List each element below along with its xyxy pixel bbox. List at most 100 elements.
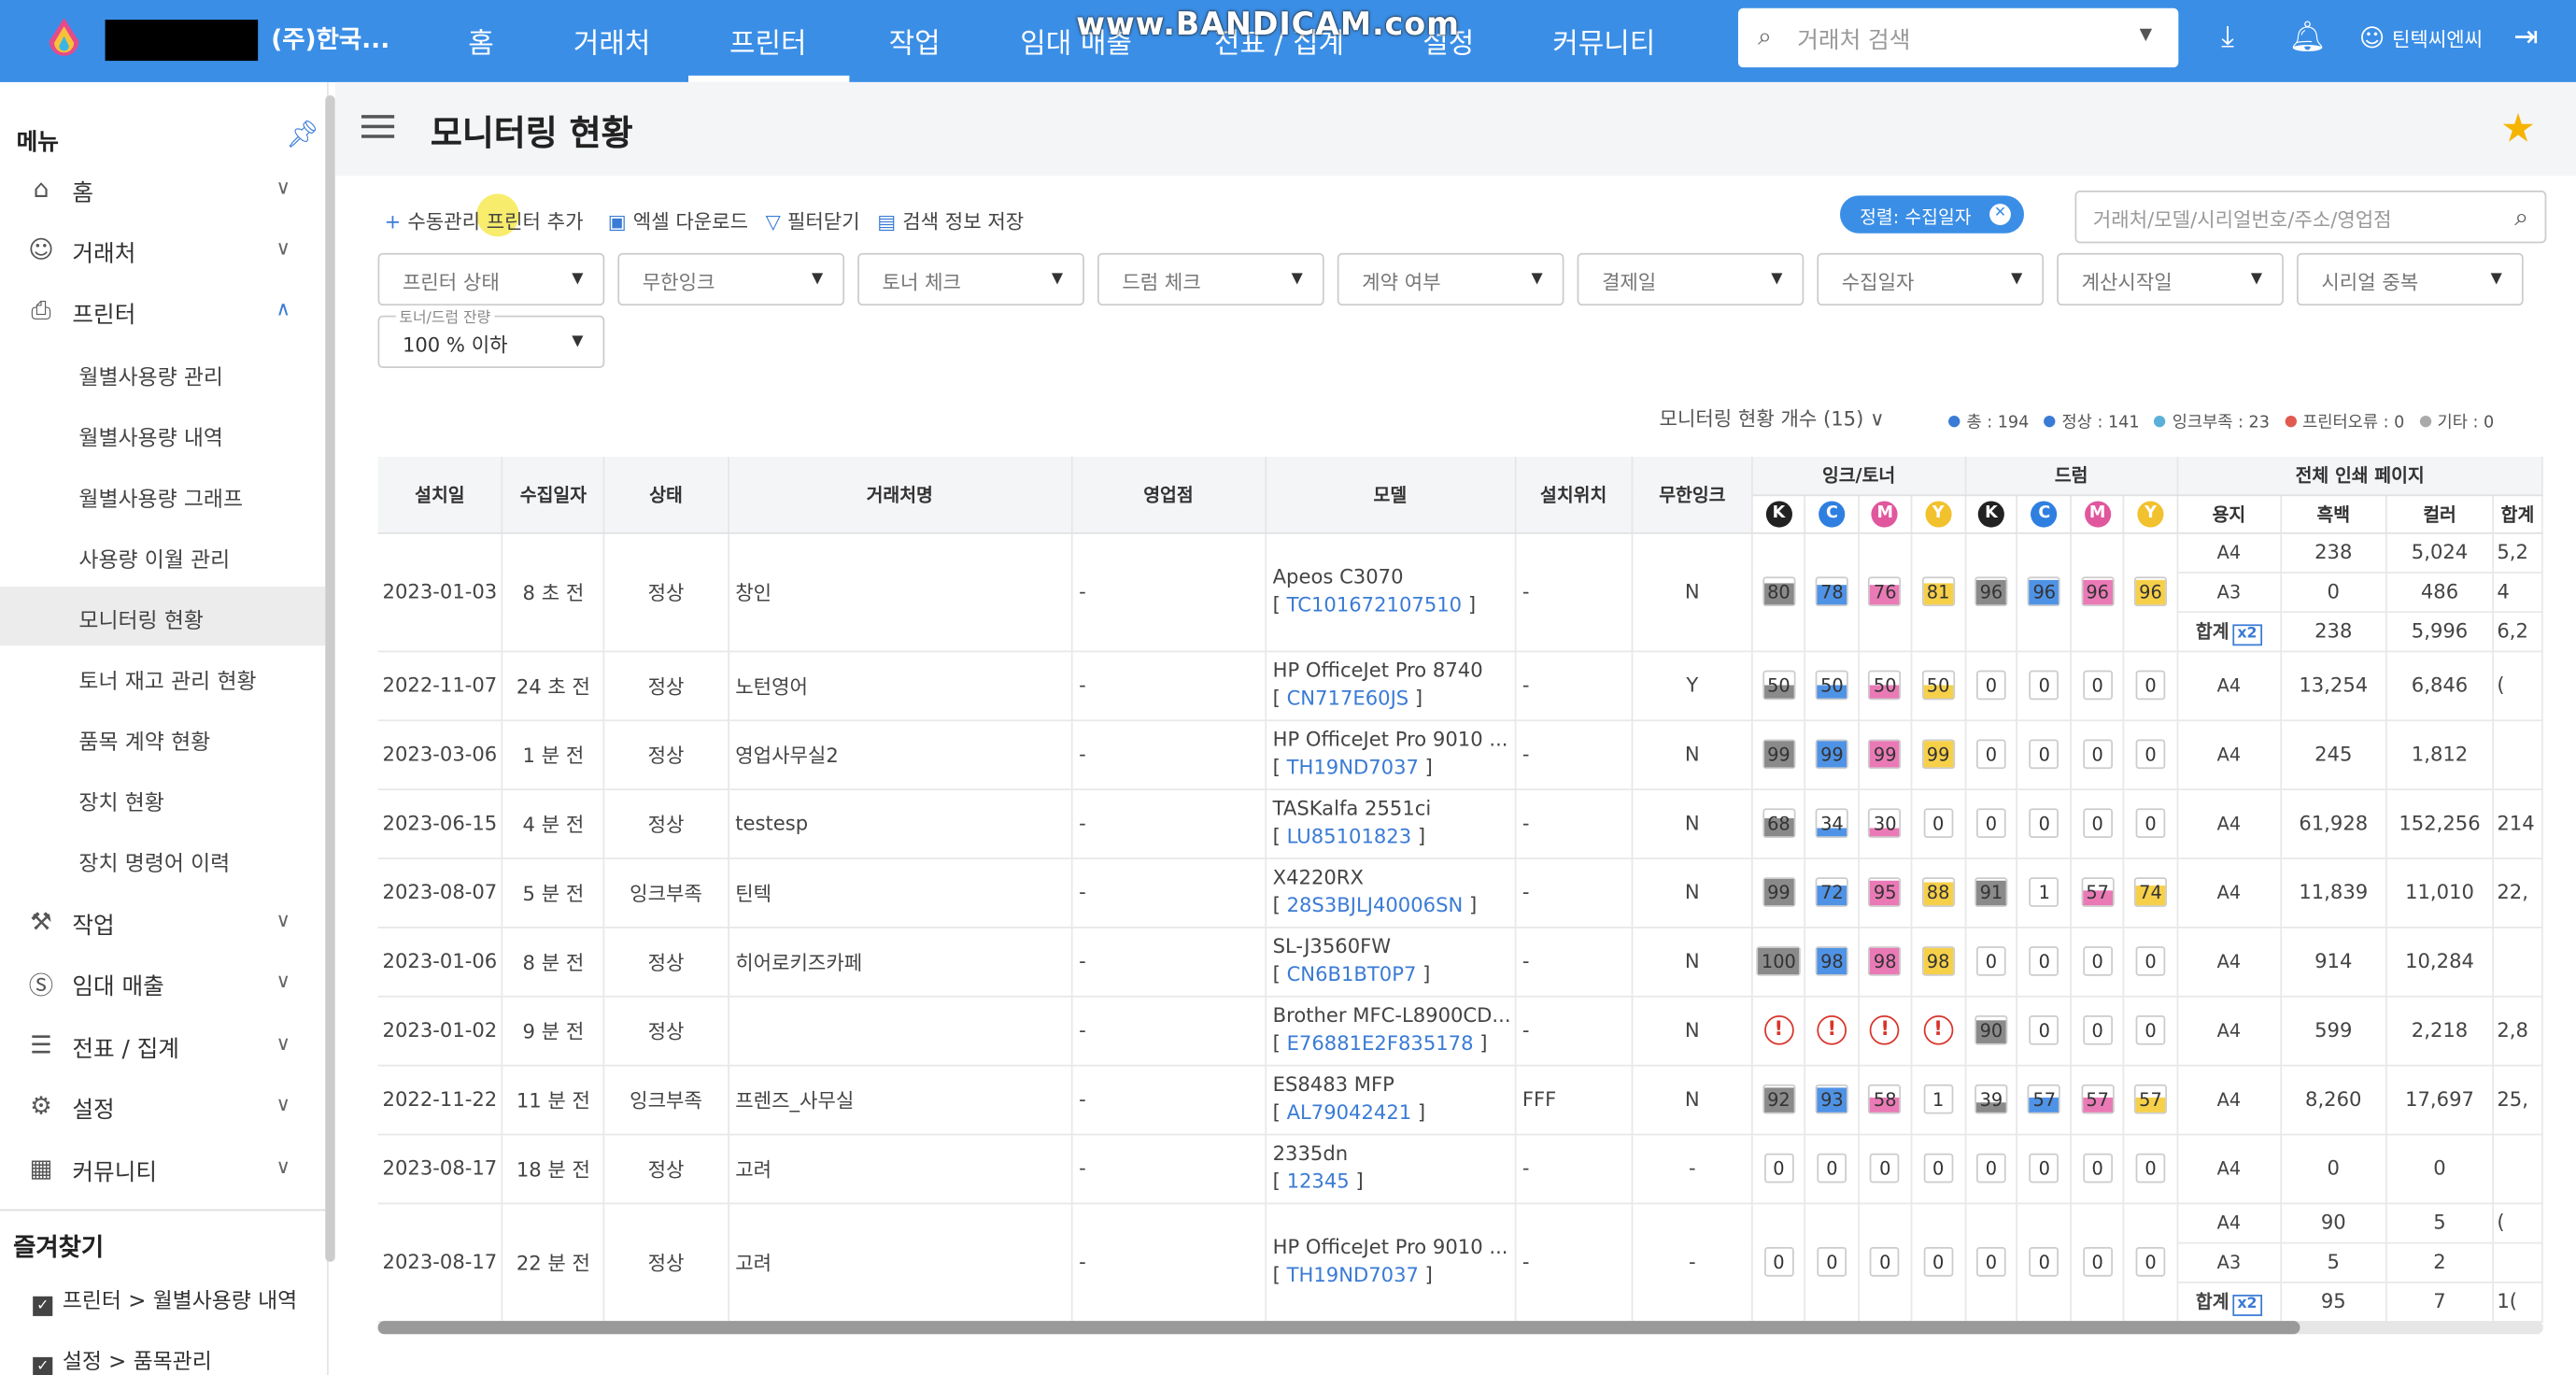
model-cell[interactable]: HP OfficeJet Pro 8740[ CN717E60JS ] [1265, 650, 1516, 721]
user-name[interactable]: 틴텍씨엔씨 [2392, 24, 2483, 52]
filter-dropdown[interactable]: 토너 체크 ▼ [857, 252, 1084, 306]
table-horizontal-scrollbar[interactable] [377, 1321, 2543, 1335]
serial-link[interactable]: TH19ND7037 [1287, 1264, 1419, 1287]
chevron-down-icon[interactable]: ▼ [2140, 26, 2153, 44]
column-header[interactable]: 거래처명 [728, 456, 1073, 533]
table-row[interactable]: 2022-11-07 24 초 전 정상 노턴영어 - HP OfficeJet Pro … [377, 650, 2543, 721]
sidebar-scrollbar[interactable] [325, 95, 335, 1262]
model-cell[interactable]: X4220RX[ 28S3BJLJ40006SN ] [1265, 858, 1516, 928]
filter-dropdown[interactable]: 결제일 ▼ [1577, 252, 1805, 306]
favorite-star-icon[interactable]: ★ [2500, 106, 2536, 151]
filter-dropdown[interactable]: 수집일자 ▼ [1817, 252, 2045, 306]
table-row[interactable]: 2023-06-15 4 분 전 정상 testesp - TASKalfa 2551ci… [377, 788, 2543, 859]
model-cell[interactable]: HP OfficeJet Pro 9010 ...[ TH19ND7037 ] [1265, 719, 1516, 790]
sidebar-sub-device-command-log[interactable]: 장치 명령어 이력 [0, 829, 325, 888]
table-search-input[interactable]: 거래처/모델/시리얼번호/주소/영업점 [2093, 206, 2392, 234]
model-cell[interactable]: 2335dn[ 12345 ] [1265, 1133, 1516, 1204]
client-name[interactable]: 고려 [728, 1133, 1073, 1204]
app-logo-icon[interactable] [46, 17, 82, 60]
filter-dropdown[interactable]: 계약 여부 ▼ [1337, 252, 1564, 306]
sidebar-item-community[interactable]: ▦ 커뮤니티 ∨ [0, 1141, 325, 1199]
column-header[interactable]: 무한잉크 [1632, 456, 1754, 533]
sidebar-item-printer[interactable]: ⎙ 프린터 ∧ [0, 283, 325, 342]
client-name[interactable]: 고려 [728, 1202, 1073, 1323]
filter-remaining-level[interactable]: 토너/드럼 잔량 100 % 이하 ▼ [377, 305, 605, 369]
client-name[interactable] [728, 995, 1073, 1066]
column-header[interactable]: 설치일 [377, 456, 504, 533]
sidebar-sub-monthly-usage-graph[interactable]: 월별사용량 그래프 [0, 465, 325, 524]
save-search-button[interactable]: ▤ 검색 정보 저장 [877, 207, 1024, 235]
nav-work[interactable]: 작업 [889, 20, 941, 61]
sidebar-sub-monitoring[interactable]: 모니터링 현황 [0, 586, 326, 646]
table-row[interactable]: 2023-08-17 22 분 전 정상 고려 - HP OfficeJet Pro 90… [377, 1202, 2543, 1323]
serial-link[interactable]: AL79042421 [1287, 1100, 1412, 1124]
table-row[interactable]: 2023-08-07 5 분 전 잉크부족 틴텍 - X4220RX[ 28S3BJLJ4… [377, 858, 2543, 928]
model-cell[interactable]: SL-J3560FW[ CN6B1BT0P7 ] [1265, 927, 1516, 997]
table-search[interactable]: 거래처/모델/시리얼번호/주소/영업점 ⌕ [2074, 191, 2547, 244]
sidebar-sub-device-status[interactable]: 장치 현황 [0, 769, 325, 828]
sidebar-item-vouchers[interactable]: ☰ 전표 / 집계 ∨ [0, 1017, 325, 1076]
table-row[interactable]: 2023-03-06 1 분 전 정상 영업사무실2- HP OfficeJet Pro… [377, 719, 2543, 790]
table-row[interactable]: 2023-08-17 18 분 전 정상 고려 -2335dn[ 12345 ] - -0 0… [377, 1133, 2543, 1204]
search-icon[interactable]: ⌕ [2514, 202, 2528, 232]
serial-link[interactable]: TC101672107510 [1287, 593, 1463, 617]
serial-link[interactable]: TH19ND7037 [1287, 756, 1419, 779]
client-name[interactable]: 영업사무실2 [728, 719, 1073, 790]
close-icon[interactable]: ✕ [1989, 204, 2011, 225]
table-row[interactable]: 2023-01-06 8 분 전 정상 히어로키즈카페 - SL-J3560FW[ CN6… [377, 927, 2543, 997]
client-name[interactable]: 노턴영어 [728, 650, 1073, 721]
sidebar-sub-toner-stock[interactable]: 토너 재고 관리 현황 [0, 647, 325, 706]
download-icon[interactable]: ⤓ [2221, 20, 2234, 54]
column-header[interactable]: 상태 [603, 456, 729, 533]
serial-link[interactable]: 28S3BJLJ40006SN [1287, 894, 1464, 917]
serial-link[interactable]: 12345 [1287, 1169, 1350, 1193]
model-cell[interactable]: HP OfficeJet Pro 9010 ...[ TH19ND7037 ] [1265, 1202, 1516, 1323]
client-name[interactable]: 프렌즈_사무실 [728, 1064, 1073, 1135]
filter-dropdown[interactable]: 계산시작일 ▼ [2057, 252, 2284, 306]
checkbox-icon[interactable]: ✓ [33, 1296, 53, 1316]
model-cell[interactable]: TASKalfa 2551ci[ LU85101823 ] [1265, 788, 1516, 859]
monitoring-count[interactable]: 모니터링 현황 개수 (15) ∨ [1660, 404, 1885, 432]
filter-dropdown[interactable]: 무한잉크 ▼ [617, 252, 845, 306]
serial-link[interactable]: E76881E2F835178 [1287, 1032, 1474, 1056]
sort-chip[interactable]: 정렬: 수집일자 ✕ [1840, 195, 2025, 234]
column-header[interactable]: 모델 [1265, 456, 1516, 533]
sidebar-item-home[interactable]: ⌂ 홈 ∨ [0, 161, 325, 220]
column-header[interactable]: 설치위치 [1514, 456, 1634, 533]
table-row[interactable]: 2023-01-02 9 분 전 정상 - Brother MFC-L8900CD...… [377, 995, 2543, 1066]
hamburger-menu-icon[interactable] [361, 115, 395, 138]
sidebar-sub-item-contract[interactable]: 품목 계약 현황 [0, 708, 325, 767]
sidebar-item-work[interactable]: ⚒ 작업 ∨ [0, 894, 325, 953]
model-cell[interactable]: ES8483 MFP[ AL79042421 ] [1265, 1064, 1516, 1135]
model-cell[interactable]: Brother MFC-L8900CD...[ E76881E2F835178 … [1265, 995, 1516, 1066]
sidebar-item-clients[interactable]: ☺ 거래처 ∨ [0, 221, 325, 280]
x2-badge[interactable]: x2 [2232, 1294, 2262, 1316]
pin-icon[interactable]: 📌︎ [286, 119, 319, 149]
nav-community[interactable]: 커뮤니티 [1552, 20, 1655, 61]
filter-close-button[interactable]: ▽ 필터닫기 [766, 207, 860, 235]
add-manual-printer-button[interactable]: + 수동관리 프린터 추가 [385, 207, 584, 235]
filter-dropdown[interactable]: 드럼 체크 ▼ [1097, 252, 1324, 306]
table-row[interactable]: 2023-01-03 8 초 전 정상 창인 - Apeos C3070[ TC10167… [377, 532, 2543, 652]
favorite-item[interactable]: ✓ 프린터 > 월별사용량 내역 [33, 1283, 297, 1316]
sidebar-sub-monthly-usage-manage[interactable]: 월별사용량 관리 [0, 344, 325, 403]
model-cell[interactable]: Apeos C3070[ TC101672107510 ] [1265, 532, 1516, 652]
column-header[interactable]: 영업점 [1071, 456, 1267, 533]
x2-badge[interactable]: x2 [2232, 623, 2262, 645]
client-name[interactable]: 틴텍 [728, 858, 1073, 928]
nav-clients[interactable]: 거래처 [573, 20, 651, 61]
excel-download-button[interactable]: ▣ 엑셀 다운로드 [608, 207, 748, 235]
column-header[interactable]: 수집일자 [502, 456, 605, 533]
sidebar-sub-usage-carryover[interactable]: 사용량 이월 관리 [0, 526, 325, 585]
table-row[interactable]: 2022-11-22 11 분 전 잉크부족 프렌즈_사무실 - ES8483 MFP[ … [377, 1064, 2543, 1135]
filter-dropdown[interactable]: 시리얼 중복 ▼ [2296, 252, 2524, 306]
nav-home[interactable]: 홈 [468, 20, 494, 61]
serial-link[interactable]: LU85101823 [1287, 825, 1412, 848]
nav-printer[interactable]: 프린터 [729, 20, 807, 61]
filter-dropdown[interactable]: 프린터 상태 ▼ [377, 252, 605, 306]
client-search[interactable]: ⌕ 거래처 검색 ▼ [1737, 7, 2179, 68]
company-name[interactable]: (주)한국... [271, 21, 389, 56]
client-name[interactable]: testesp [728, 788, 1073, 859]
client-name[interactable]: 창인 [728, 532, 1073, 652]
sidebar-item-settings[interactable]: ⚙ 설정 ∨ [0, 1078, 325, 1137]
